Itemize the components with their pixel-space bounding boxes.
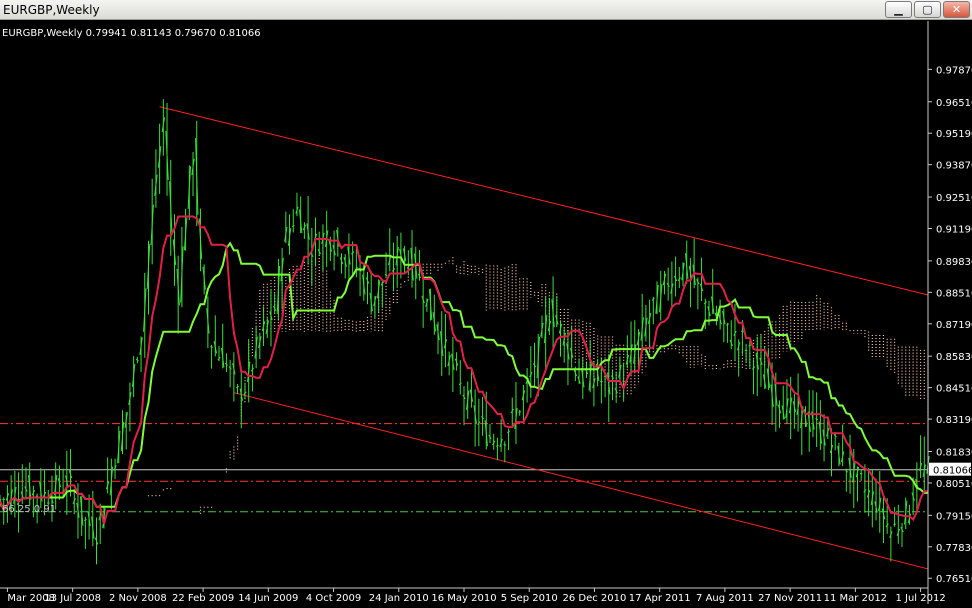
- price-tick-label: 0.80510: [936, 479, 972, 490]
- time-tick-label: 4 Oct 2009: [306, 593, 361, 604]
- price-tick-label: 0.88510: [936, 288, 972, 299]
- time-tick-label: 27 Nov 2011: [758, 593, 822, 604]
- price-tick-label: 0.89830: [936, 257, 972, 268]
- restore-button[interactable]: ▢: [914, 1, 941, 18]
- price-tick-label: 0.87190: [936, 320, 972, 331]
- time-tick-label: 17 Apr 2011: [629, 593, 691, 604]
- time-tick-label: 16 May 2010: [431, 593, 496, 604]
- time-tick-label: 2 Nov 2008: [109, 593, 167, 604]
- price-tick-label: 0.97870: [936, 65, 972, 76]
- time-tick-label: 5 Sep 2010: [501, 593, 558, 604]
- window-title: EURGBP,Weekly: [3, 2, 100, 18]
- minimize-button[interactable]: ▁: [885, 1, 912, 18]
- time-tick-label: 22 Feb 2009: [172, 593, 234, 604]
- time-tick-label: 14 Jun 2009: [238, 593, 298, 604]
- price-tick-label: 0.77830: [936, 543, 972, 554]
- close-button[interactable]: ✕: [943, 1, 970, 18]
- time-tick-label: 1 Jul 2012: [895, 593, 945, 604]
- time-tick-label: 26 Dec 2010: [563, 593, 627, 604]
- time-tick-label: 7 Aug 2011: [696, 593, 754, 604]
- price-tick-label: 0.81830: [936, 447, 972, 458]
- fib-level-label: 66.25 0.91: [2, 504, 56, 515]
- window-titlebar: EURGBP,Weekly ▁ ▢ ✕: [0, 0, 972, 20]
- time-tick-label: 11 Mar 2012: [824, 593, 887, 604]
- window-controls: ▁ ▢ ✕: [885, 1, 970, 18]
- price-tick-label: 0.85830: [936, 352, 972, 363]
- chart-background: [0, 21, 972, 604]
- price-bar-body: [496, 446, 498, 447]
- time-tick-label: 13 Jul 2008: [44, 593, 101, 604]
- current-price-label: 0.81066: [933, 466, 972, 477]
- chart-area[interactable]: 0.97870 0.96510 0.95190 0.93870 0.92510 0.911…: [0, 21, 972, 604]
- price-tick-label: 0.79150: [936, 511, 972, 522]
- price-tick-label: 0.76510: [936, 574, 972, 585]
- price-tick-label: 0.91190: [936, 225, 972, 236]
- chart-info-text: EURGBP,Weekly 0.79941 0.81143 0.79670 0.…: [2, 28, 261, 39]
- price-tick-label: 0.95190: [936, 129, 972, 140]
- price-tick-label: 0.84510: [936, 384, 972, 395]
- price-tick-label: 0.92510: [936, 193, 972, 204]
- price-chart[interactable]: 0.97870 0.96510 0.95190 0.93870 0.92510 0.911…: [0, 21, 972, 604]
- price-tick-label: 0.83190: [936, 415, 972, 426]
- price-tick-label: 0.93870: [936, 161, 972, 172]
- time-tick-label: 24 Jan 2010: [369, 593, 429, 604]
- price-tick-label: 0.96510: [936, 98, 972, 109]
